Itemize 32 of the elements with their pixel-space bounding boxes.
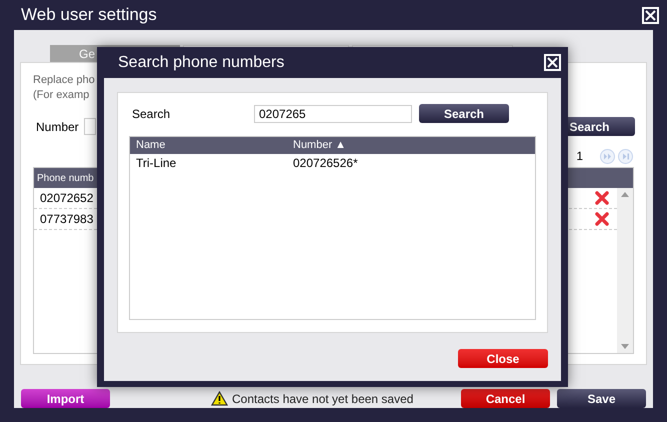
number-label: Number bbox=[36, 118, 79, 136]
dialog-title: Search phone numbers bbox=[118, 52, 284, 72]
table-cell-text: 02072652 bbox=[40, 190, 94, 207]
column-header: Phone numb bbox=[37, 172, 94, 186]
search-button[interactable]: Search bbox=[419, 104, 509, 123]
delete-icon[interactable] bbox=[595, 212, 609, 226]
search-label: Search bbox=[131, 106, 172, 122]
scrollbar[interactable] bbox=[617, 188, 633, 353]
delete-icon[interactable] bbox=[595, 191, 609, 205]
import-button[interactable]: Import bbox=[21, 389, 110, 408]
warning-text: Contacts have not yet been saved bbox=[232, 390, 414, 408]
close-icon[interactable] bbox=[544, 54, 561, 71]
instruction-text: (For examp bbox=[33, 88, 90, 103]
column-header[interactable]: Name bbox=[130, 137, 287, 154]
save-button[interactable]: Save bbox=[557, 389, 646, 408]
close-button[interactable]: Close bbox=[458, 349, 548, 368]
close-icon[interactable] bbox=[642, 6, 659, 24]
next-page-icon[interactable] bbox=[600, 148, 615, 164]
table-cell-text: 020726526* bbox=[292, 155, 359, 172]
scroll-up-icon[interactable] bbox=[621, 192, 629, 197]
table-cell-text: Tri-Line bbox=[135, 155, 178, 172]
warning-icon bbox=[211, 391, 228, 406]
number-field[interactable] bbox=[84, 118, 96, 135]
last-page-icon[interactable] bbox=[618, 148, 633, 164]
search-field[interactable]: 0207265 bbox=[254, 104, 412, 122]
cancel-button[interactable]: Cancel bbox=[461, 389, 550, 408]
page-number: 1 bbox=[576, 148, 583, 165]
scroll-down-icon[interactable] bbox=[621, 344, 629, 349]
table-cell-text: 07737983 bbox=[40, 211, 94, 228]
window-title: Web user settings bbox=[21, 4, 157, 26]
instruction-text: Replace pho bbox=[33, 73, 96, 88]
column-header[interactable]: Number ▲ bbox=[287, 137, 535, 154]
